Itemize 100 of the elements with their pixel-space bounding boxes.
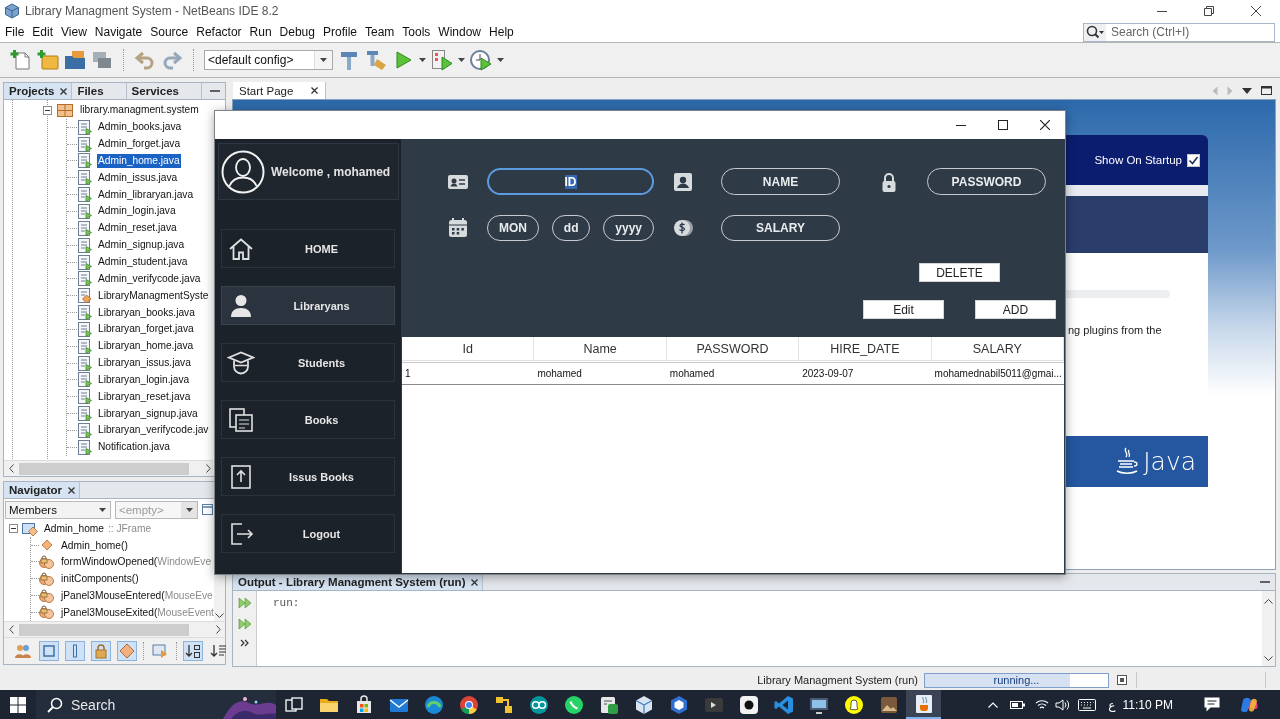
member-node[interactable]: Admin_home() (61, 539, 128, 551)
project-tree-node[interactable]: Admin_signup.java (97, 238, 186, 253)
project-tree-node[interactable]: Libraryan_login.java (97, 372, 191, 387)
project-tree-node[interactable]: Libraryan_verifycode.jav (97, 423, 210, 438)
project-tree-node[interactable]: Admin_verifycode.java (97, 271, 202, 286)
project-tree-node[interactable]: Libraryan_reset.java (97, 389, 192, 404)
project-tree-node[interactable]: Admin_home.java (97, 153, 181, 168)
wave-circle-icon[interactable] (422, 693, 445, 716)
column-header[interactable]: PASSWORD (666, 337, 800, 360)
stacked-windows-icon[interactable] (91, 49, 113, 71)
menu-item[interactable]: Help (485, 23, 518, 41)
close-icon[interactable] (1040, 120, 1050, 130)
double-play-icon[interactable] (237, 597, 252, 609)
close-icon[interactable] (311, 87, 319, 94)
project-tree-node[interactable]: Libraryan_issus.java (97, 356, 192, 371)
lock-icon[interactable] (91, 641, 111, 661)
slanted-shapes-logo-icon[interactable] (1240, 695, 1258, 714)
project-tree-node[interactable]: Admin_reset.java (97, 221, 178, 236)
menu-item[interactable]: Edit (28, 23, 58, 41)
nav-item[interactable]: Books (221, 400, 395, 439)
hammer-broom-icon[interactable] (365, 49, 387, 71)
close-icon[interactable] (60, 87, 68, 95)
project-tree-node[interactable]: library.managment.system (79, 103, 200, 118)
circle-tile-icon[interactable] (737, 693, 760, 716)
project-tree-node[interactable]: Admin_books.java (97, 120, 183, 135)
horizontal-scrollbar[interactable] (4, 621, 225, 637)
column-header[interactable]: HIRE_DATE (799, 337, 932, 360)
filter-dropdown[interactable]: Members (5, 500, 111, 519)
four-squares-icon[interactable] (10, 696, 26, 713)
menu-item[interactable]: Refactor (192, 23, 246, 41)
framed-square-icon[interactable] (1117, 675, 1127, 685)
member-node[interactable]: Admin_home :: JFrame (44, 522, 152, 534)
maximize-icon[interactable] (998, 120, 1008, 130)
menu-item[interactable]: Tools (398, 23, 435, 41)
project-tree-node[interactable]: Admin_forget.java (97, 137, 182, 152)
scroll-up-icon[interactable] (1264, 599, 1273, 604)
close-icon[interactable] (68, 486, 76, 494)
project-tree-node[interactable]: Admin_issus.java (97, 170, 179, 185)
member-node[interactable]: initComponents() (61, 573, 139, 585)
project-tree-node[interactable]: Notification.java (97, 440, 171, 455)
text-field[interactable]: ID (487, 168, 654, 195)
language-indicator[interactable]: ع (1108, 697, 1116, 712)
project-tree-node[interactable]: Admin_student.java (97, 255, 189, 269)
config-dropdown[interactable]: <default config> (204, 50, 333, 70)
action-button[interactable]: Edit (863, 300, 944, 319)
debug-icon[interactable] (431, 49, 453, 71)
new-folder-icon[interactable] (37, 49, 59, 71)
clock[interactable]: 11:10 PM (1122, 697, 1173, 712)
panel-tab[interactable]: Projects (4, 83, 73, 99)
menu-item[interactable]: Run (245, 23, 276, 41)
column-header[interactable]: Id (402, 337, 535, 360)
member-node[interactable]: jPanel3MouseExited(MouseEvent (61, 606, 214, 618)
menu-item[interactable]: Team (361, 23, 399, 41)
new-file-icon[interactable] (10, 49, 32, 71)
menu-item[interactable]: Source (146, 23, 193, 41)
member-node[interactable]: jPanel3MouseEntered(MouseEve (61, 590, 213, 602)
chevron-up-icon[interactable] (988, 701, 999, 708)
nav-item[interactable]: HOME (221, 229, 395, 268)
nav-item[interactable]: Libraryans (221, 286, 395, 325)
double-play-icon[interactable] (237, 618, 252, 630)
caret-icon[interactable] (419, 58, 426, 62)
volume-icon[interactable] (1055, 698, 1070, 711)
project-tree-node[interactable]: Libraryan_forget.java (97, 322, 195, 337)
caret-icon[interactable] (458, 58, 465, 62)
project-tree-node[interactable]: Libraryan_signup.java (97, 406, 199, 421)
member-node[interactable]: formWindowOpened(WindowEve (61, 556, 212, 568)
collapse-icon[interactable] (43, 105, 52, 115)
infinity-icon[interactable] (527, 693, 550, 716)
menu-item[interactable]: Debug (275, 23, 319, 41)
maximize-icon[interactable] (1261, 86, 1272, 95)
nav-item[interactable]: Logout (221, 514, 395, 553)
sort-icon[interactable] (183, 641, 203, 661)
dropdown-icon[interactable] (1242, 87, 1252, 94)
project-tree-node[interactable]: Libraryan_home.java (97, 339, 195, 354)
scroll-down-icon[interactable] (1264, 656, 1273, 661)
bar-icon[interactable] (65, 641, 85, 661)
chevrons-icon[interactable] (240, 639, 249, 647)
scroll-down-icon[interactable] (215, 613, 224, 618)
checkbox-icon[interactable] (1187, 153, 1200, 167)
column-header[interactable]: Name (534, 337, 667, 360)
taskbar-button[interactable] (906, 690, 941, 719)
scroll-right-icon[interactable] (206, 464, 211, 473)
project-tree-node[interactable]: Admin_libraryan.java (97, 187, 195, 202)
open-folder-icon[interactable] (64, 49, 86, 71)
action-button[interactable]: DELETE (919, 263, 1000, 282)
nav-item[interactable]: Issus Books (221, 457, 395, 496)
menu-item[interactable]: File (1, 23, 29, 41)
project-tree-node[interactable]: Admin_login.java (97, 204, 177, 219)
project-tree-node[interactable]: Libraryan_books.java (97, 305, 196, 320)
phone-bubble-icon[interactable] (562, 693, 585, 716)
menu-item[interactable]: Navigate (90, 23, 147, 41)
diamond-icon[interactable] (117, 641, 137, 661)
panel-tab[interactable]: Navigator (4, 482, 81, 498)
profile-icon[interactable] (470, 49, 492, 71)
column-header[interactable]: SALARY (931, 337, 1064, 360)
panel-tab[interactable]: Start Page (233, 82, 327, 99)
scroll-left-icon[interactable] (9, 625, 14, 634)
caret-icon[interactable] (497, 58, 504, 62)
ghost-icon[interactable] (842, 693, 865, 716)
square-icon[interactable] (39, 641, 59, 661)
